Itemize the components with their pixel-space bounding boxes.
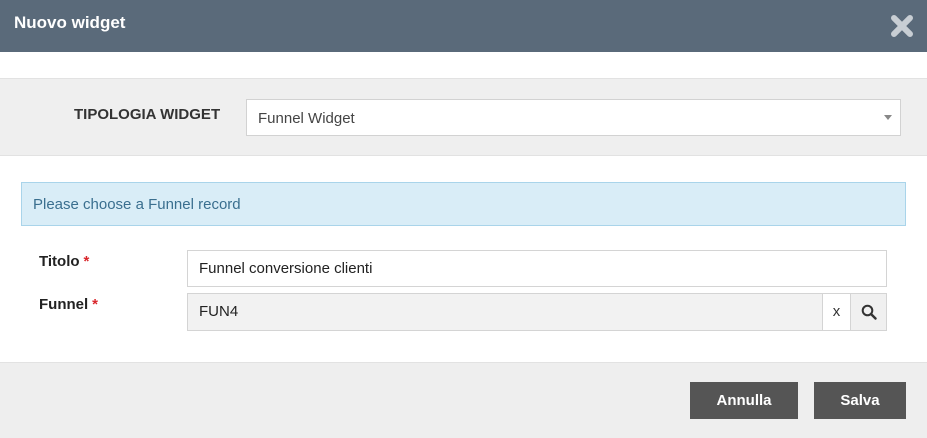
titolo-label-text: Titolo bbox=[39, 253, 80, 270]
widget-type-label: TIPOLOGIA WIDGET bbox=[74, 106, 221, 123]
titolo-label: Titolo * bbox=[39, 253, 89, 270]
info-alert: Please choose a Funnel record bbox=[21, 182, 906, 226]
cancel-button[interactable]: Annulla bbox=[690, 382, 798, 419]
funnel-value: FUN4 bbox=[199, 303, 239, 320]
widget-type-value: Funnel Widget bbox=[258, 110, 355, 127]
widget-type-select[interactable]: Funnel Widget bbox=[246, 99, 901, 136]
close-icon bbox=[891, 15, 913, 37]
funnel-clear-button[interactable]: x bbox=[822, 293, 851, 331]
funnel-label: Funnel * bbox=[39, 296, 98, 313]
search-icon bbox=[861, 304, 877, 320]
chevron-down-icon bbox=[884, 115, 892, 120]
dialog-title: Nuovo widget bbox=[14, 13, 126, 32]
funnel-input[interactable]: FUN4 bbox=[187, 293, 823, 331]
titolo-value: Funnel conversione clienti bbox=[199, 260, 373, 277]
required-marker: * bbox=[92, 296, 99, 313]
save-button[interactable]: Salva bbox=[814, 382, 906, 419]
info-message: Please choose a Funnel record bbox=[33, 196, 241, 213]
funnel-search-button[interactable] bbox=[850, 293, 887, 331]
titolo-input[interactable]: Funnel conversione clienti bbox=[187, 250, 887, 287]
required-marker: * bbox=[83, 253, 90, 270]
close-button[interactable] bbox=[889, 13, 915, 39]
funnel-label-text: Funnel bbox=[39, 296, 89, 313]
dialog-header: Nuovo widget bbox=[0, 0, 927, 52]
